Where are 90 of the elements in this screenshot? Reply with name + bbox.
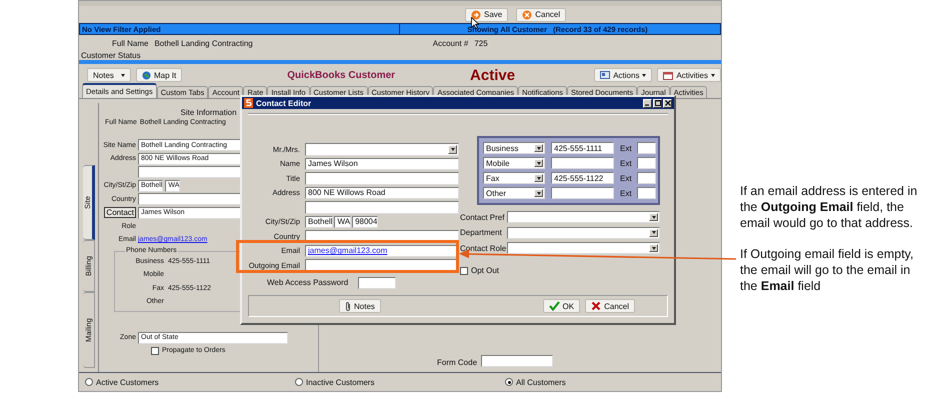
checkbox-label: Opt Out (471, 266, 500, 275)
close-icon (591, 301, 602, 311)
dropdown[interactable] (507, 226, 660, 238)
dropdown-arrow-icon (534, 174, 543, 182)
input-field[interactable] (481, 355, 554, 367)
field-label: Form Code (437, 358, 478, 367)
dropdown-arrow-icon (534, 189, 543, 197)
dropdown[interactable]: Fax (483, 172, 545, 184)
minimize-button[interactable] (643, 98, 652, 108)
ext-field[interactable] (637, 142, 656, 154)
notes-button[interactable]: Notes (339, 299, 381, 313)
cancel-button[interactable]: Cancel (585, 299, 635, 313)
save-button[interactable]: Save (465, 8, 508, 22)
input-field[interactable]: James Wilson (305, 158, 459, 170)
card-icon (600, 71, 610, 79)
caret-icon (121, 74, 125, 76)
input-field[interactable] (305, 201, 459, 214)
dropdown-arrow-icon (649, 244, 658, 252)
phone-field[interactable] (551, 157, 614, 169)
caret-icon (711, 74, 715, 76)
map-button[interactable]: Map It (136, 68, 182, 82)
maximize-icon (654, 100, 660, 106)
radio-button[interactable] (295, 378, 303, 386)
field-label: Full Name (112, 38, 148, 48)
radio-label: All Customers (516, 378, 566, 386)
phone-field[interactable]: 425-555-1111 (551, 142, 614, 154)
field-label: Department (460, 228, 503, 237)
dropdown-arrow-icon (649, 213, 658, 221)
email-field[interactable]: james@gmail123.com (305, 244, 459, 257)
dropdown[interactable]: Business (483, 142, 545, 154)
ext-label: Ext (620, 158, 632, 168)
ok-button[interactable]: OK (542, 299, 580, 313)
radio-button[interactable] (505, 378, 513, 386)
globe-icon (142, 70, 151, 80)
account-number: 725 (474, 38, 488, 48)
input-field[interactable] (305, 172, 459, 184)
ext-field[interactable] (637, 172, 656, 184)
field-label: Web Access Password (267, 278, 348, 288)
ext-label: Ext (620, 144, 632, 152)
cancel-icon (522, 10, 532, 20)
customer-status: Active (470, 66, 516, 84)
app-logo-icon (244, 98, 253, 108)
checkmark-icon (548, 301, 560, 311)
dropdown[interactable] (507, 211, 660, 223)
section-heading: Site Information (179, 108, 238, 117)
dropdown[interactable]: Mobile (483, 157, 545, 169)
field-label: Account # (432, 38, 468, 48)
arrow-circle-icon (471, 10, 481, 20)
dropdown-arrow-icon (534, 159, 543, 167)
checkbox[interactable] (151, 346, 159, 354)
calendar-icon (663, 70, 674, 80)
record-type-title: QuickBooks Customer (287, 70, 396, 80)
state-field[interactable]: WA (334, 216, 352, 228)
phone-field[interactable] (551, 187, 614, 199)
annotation-text: If an email address is entered in the Outgoing Email field, the email would go to that address. (740, 183, 918, 231)
field-label: Contact Role (460, 244, 507, 252)
phone-field[interactable]: 425-555-1122 (551, 172, 614, 184)
dropdown[interactable]: Other (483, 187, 545, 199)
cancel-button[interactable]: Cancel (516, 8, 566, 22)
password-field[interactable] (358, 276, 396, 289)
ext-field[interactable] (637, 157, 656, 169)
dropdown-arrow-icon (534, 144, 543, 152)
notes-dropdown[interactable]: Notes (87, 68, 131, 82)
close-button[interactable] (663, 98, 672, 108)
ext-field[interactable] (637, 187, 656, 199)
radio-button[interactable] (85, 378, 93, 386)
input-field[interactable]: 800 NE Willows Road (305, 186, 459, 199)
radio-label: Inactive Customers (306, 378, 374, 386)
annotation-text: If Outgoing email field is empty, the email will go to the email in the Email field (740, 246, 914, 294)
section-label: Customer Status (81, 51, 141, 60)
dropdown-arrow-icon (649, 228, 658, 236)
checkbox[interactable] (460, 266, 468, 274)
field-label: Contact Pref (460, 212, 506, 222)
dropdown-arrow-icon (448, 145, 457, 154)
radio-label: Active Customers (96, 378, 159, 386)
actions-dropdown[interactable]: Actions (594, 68, 652, 82)
dropdown[interactable] (305, 143, 459, 156)
maximize-button[interactable] (653, 98, 662, 108)
ext-label: Ext (620, 188, 632, 198)
ext-label: Ext (620, 174, 632, 182)
city-field[interactable]: Bothell (305, 216, 334, 228)
close-icon (664, 100, 670, 106)
dropdown[interactable] (507, 242, 660, 254)
zip-field[interactable]: 98004 (352, 216, 378, 228)
paperclip-icon (345, 300, 351, 312)
caret-icon (642, 74, 646, 76)
contact-button[interactable]: Contact (104, 207, 136, 218)
full-name-value: Bothell Landing Contracting (154, 38, 253, 48)
activities-dropdown[interactable]: Activities (657, 68, 721, 82)
dialog-title: Contact Editor (256, 98, 312, 108)
